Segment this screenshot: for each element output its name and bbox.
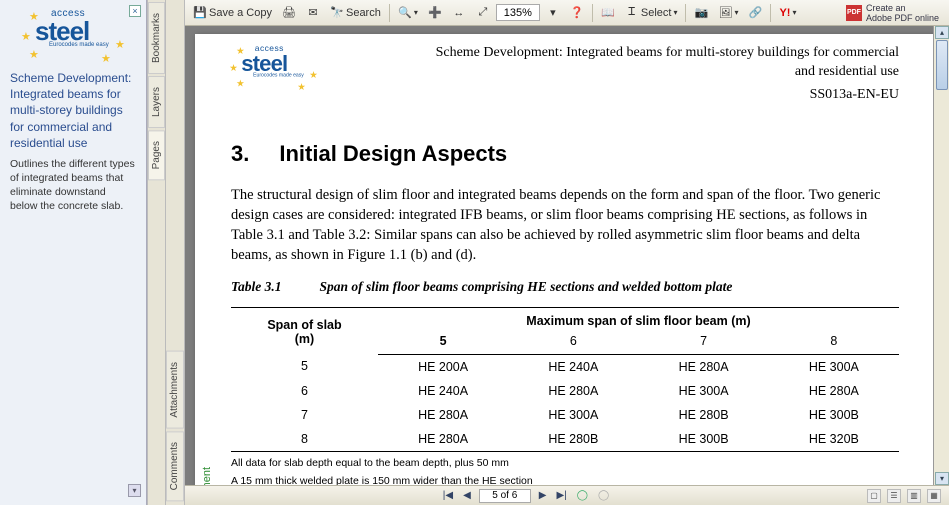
table-row: 6HE 240AHE 280AHE 300AHE 280A (231, 379, 899, 403)
view-facing-button[interactable]: ▥ (907, 489, 921, 503)
fit-page-icon: ⤢ (476, 6, 490, 20)
table-row: 7HE 280AHE 300AHE 280BHE 300B (231, 403, 899, 427)
page-number-input[interactable] (479, 489, 531, 503)
tool3-button[interactable]: 🔗 (744, 3, 766, 23)
table-note-2: A 15 mm thick welded plate is 150 mm wid… (231, 474, 899, 485)
side-tabs-top: Bookmarks Layers Pages (147, 0, 166, 505)
nav-document-description: Outlines the different types of integrat… (0, 157, 146, 214)
tab-bookmarks[interactable]: Bookmarks (148, 2, 165, 74)
tab-attachments[interactable]: Attachments (166, 351, 184, 429)
document-reference: SS013a-EN-EU (355, 86, 899, 105)
select-tool-button[interactable]: ᏆSelect▾ (621, 3, 682, 23)
save-copy-button[interactable]: 💾Save a Copy (189, 3, 276, 23)
fit-width-icon: ↔ (452, 6, 466, 20)
page-viewport[interactable]: ement access steel Eurocodes made easy ★… (185, 26, 949, 485)
nav-document-title[interactable]: Scheme Development: Integrated beams for… (0, 62, 146, 157)
document-area: 💾Save a Copy 🖨 ✉ 🔭Search 🔍▾ ➕ ↔ ⤢ ▾ ❓ 📖 … (185, 0, 949, 505)
link-icon: 🔗 (748, 6, 762, 20)
scroll-down-arrow[interactable]: ▾ (935, 472, 949, 485)
margin-text-fragment: ement (201, 467, 213, 485)
ebook-button[interactable]: 📖 (597, 3, 619, 23)
pdf-page: ement access steel Eurocodes made easy ★… (195, 34, 935, 485)
snapshot-button[interactable]: 📷 (690, 3, 712, 23)
navigation-panel: × access steel Eurocodes made easy ★ ★ ★… (0, 0, 147, 505)
zoom-in-icon: ➕ (428, 6, 442, 20)
tool2-button[interactable]: 🖼▾ (714, 3, 742, 23)
binoculars-icon: 🔭 (330, 6, 344, 20)
zoom-input[interactable] (496, 4, 540, 21)
view-continuous-button[interactable]: ☰ (887, 489, 901, 503)
fit-page-button[interactable]: ⤢ (472, 3, 494, 23)
next-page-button[interactable]: ▶ (537, 490, 549, 501)
zoom-out-button[interactable]: 🔍▾ (394, 3, 422, 23)
scroll-thumb[interactable] (936, 40, 948, 90)
view-single-page-button[interactable]: ▢ (867, 489, 881, 503)
pdf-icon: PDF (846, 5, 862, 21)
prev-page-button[interactable]: ◀ (461, 490, 473, 501)
camera-icon: 📷 (694, 6, 708, 20)
cursor-icon: Ꮖ (625, 6, 639, 20)
first-page-button[interactable]: |◀ (441, 490, 455, 501)
body-paragraph: The structural design of slim floor and … (231, 185, 899, 265)
logo-area: access steel Eurocodes made easy ★ ★ ★ ★… (0, 0, 146, 62)
search-button[interactable]: 🔭Search (326, 3, 385, 23)
zoom-out-icon: 🔍 (398, 6, 412, 20)
vertical-scrollbar[interactable]: ▴ ▾ (933, 26, 949, 485)
scroll-up-arrow[interactable]: ▴ (935, 26, 949, 39)
yahoo-toolbar-button[interactable]: Y!▾ (775, 4, 800, 22)
access-steel-logo: access steel Eurocodes made easy ★ ★ ★ ★… (23, 8, 123, 58)
page-header: Scheme Development: Integrated beams for… (355, 44, 899, 105)
print-button[interactable]: 🖨 (278, 3, 300, 23)
tab-comments[interactable]: Comments (166, 431, 184, 501)
tab-layers[interactable]: Layers (148, 76, 165, 128)
table-note-1: All data for slab depth equal to the bea… (231, 456, 899, 470)
print-icon: 🖨 (282, 6, 296, 20)
mail-icon: ✉ (306, 6, 320, 20)
status-bar: |◀ ◀ ▶ ▶| ◯ ◯ ▢ ☰ ▥ ▦ (185, 485, 949, 505)
back-view-button[interactable]: ◯ (575, 490, 590, 501)
email-button[interactable]: ✉ (302, 3, 324, 23)
book-icon: 📖 (601, 6, 615, 20)
toolbar: 💾Save a Copy 🖨 ✉ 🔭Search 🔍▾ ➕ ↔ ⤢ ▾ ❓ 📖 … (185, 0, 949, 26)
forward-view-button[interactable]: ◯ (596, 490, 611, 501)
tab-pages[interactable]: Pages (148, 130, 165, 180)
help-button[interactable]: ❓ (566, 3, 588, 23)
last-page-button[interactable]: ▶| (555, 490, 569, 501)
fit-width-button[interactable]: ↔ (448, 3, 470, 23)
help-icon: ❓ (570, 6, 584, 20)
chevron-down-icon: ▾ (546, 6, 560, 20)
table-caption: Table 3.1 Span of slim floor beams compr… (231, 279, 899, 295)
zoom-in-button[interactable]: ➕ (424, 3, 446, 23)
zoom-dropdown[interactable]: ▾ (542, 3, 564, 23)
side-tabs-bottom: Attachments Comments (166, 0, 185, 505)
panel-scroll-down[interactable]: ▾ (128, 484, 141, 497)
view-continuous-facing-button[interactable]: ▦ (927, 489, 941, 503)
picture-icon: 🖼 (718, 6, 732, 20)
section-heading: 3. Initial Design Aspects (231, 141, 899, 167)
table-row: 8HE 280AHE 280BHE 300BHE 320B (231, 427, 899, 452)
disk-icon: 💾 (193, 6, 207, 20)
close-panel-button[interactable]: × (129, 5, 141, 17)
page-logo: access steel Eurocodes made easy ★ ★ ★ ★… (231, 44, 316, 87)
create-pdf-online-button[interactable]: PDF Create anAdobe PDF online (840, 3, 945, 23)
data-table: Span of slab(m) Maximum span of slim flo… (231, 307, 899, 452)
table-row: 5HE 200AHE 240AHE 280AHE 300A (231, 354, 899, 379)
